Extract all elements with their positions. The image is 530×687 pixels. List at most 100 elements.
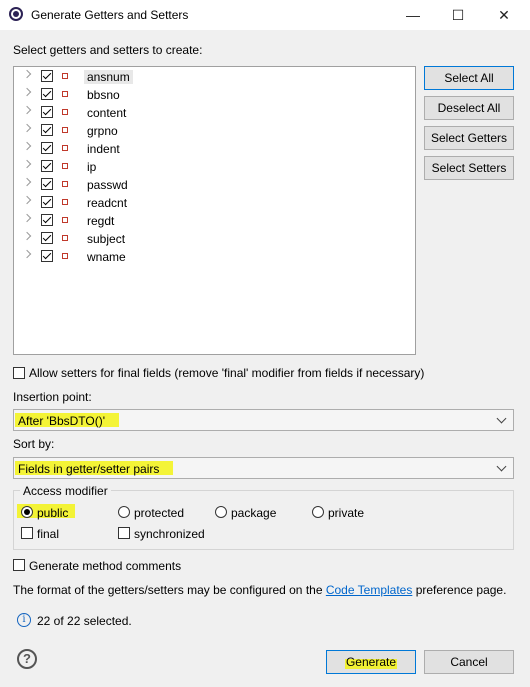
select-prompt-label: Select getters and setters to create: [13, 43, 203, 57]
package-label: package [231, 506, 277, 520]
field-icon [62, 127, 68, 133]
tree-row[interactable]: subject [14, 230, 214, 248]
field-icon [62, 181, 68, 187]
chevron-right-icon[interactable] [22, 231, 32, 241]
field-name: ip [87, 160, 97, 174]
chevron-right-icon[interactable] [22, 105, 32, 115]
window-title: Generate Getters and Setters [31, 8, 189, 22]
tree-row[interactable]: grpno [14, 122, 214, 140]
sort-by-value: Fields in getter/setter pairs [18, 462, 160, 476]
field-name: wname [87, 250, 126, 264]
generate-label: Generate [345, 655, 397, 669]
field-name: bbsno [87, 88, 120, 102]
chevron-down-icon [496, 413, 507, 424]
tree-row[interactable]: wname [14, 248, 214, 266]
select-setters-button[interactable]: Select Setters [424, 156, 514, 180]
field-checkbox[interactable] [41, 214, 53, 226]
generate-comments-checkbox[interactable] [13, 559, 25, 571]
private-radio[interactable] [312, 506, 324, 518]
cancel-button[interactable]: Cancel [424, 650, 514, 674]
field-icon [62, 109, 68, 115]
tree-row[interactable]: bbsno [14, 86, 214, 104]
eclipse-app-icon [9, 7, 23, 21]
chevron-right-icon[interactable] [22, 159, 32, 169]
info-icon: i [17, 613, 31, 627]
maximize-button[interactable]: ☐ [435, 0, 481, 30]
tree-row[interactable]: ansnum [14, 68, 214, 86]
field-name: subject [87, 232, 126, 246]
field-checkbox[interactable] [41, 106, 53, 118]
sort-by-label: Sort by: [13, 437, 55, 451]
insertion-point-select[interactable]: After 'BbsDTO()' [13, 409, 514, 431]
title-bar: Generate Getters and Setters — ☐ ✕ [0, 0, 530, 30]
field-icon [62, 163, 68, 169]
public-radio[interactable] [21, 506, 33, 518]
generate-button[interactable]: Generate [326, 650, 416, 674]
private-label: private [328, 506, 365, 520]
field-checkbox[interactable] [41, 196, 53, 208]
protected-label: protected [134, 506, 185, 520]
field-name: indent [87, 142, 120, 156]
chevron-down-icon [496, 461, 507, 472]
field-name: passwd [87, 178, 128, 192]
access-modifier-title: Access modifier [20, 484, 111, 498]
allow-final-checkbox[interactable] [13, 367, 25, 379]
field-checkbox[interactable] [41, 70, 53, 82]
field-name: grpno [87, 124, 118, 138]
allow-final-label: Allow setters for final fields (remove '… [29, 366, 425, 380]
chevron-right-icon[interactable] [22, 69, 32, 79]
chevron-right-icon[interactable] [22, 141, 32, 151]
close-button[interactable]: ✕ [481, 0, 527, 30]
deselect-all-button[interactable]: Deselect All [424, 96, 514, 120]
insertion-point-label: Insertion point: [13, 390, 92, 404]
format-note: The format of the getters/setters may be… [13, 583, 506, 597]
chevron-right-icon[interactable] [22, 213, 32, 223]
synchronized-checkbox[interactable] [118, 527, 130, 539]
tree-row[interactable]: regdt [14, 212, 214, 230]
fields-tree[interactable]: ansnum bbsno content grpno indent ip passwd rea… [13, 66, 416, 355]
chevron-right-icon[interactable] [22, 123, 32, 133]
protected-radio[interactable] [118, 506, 130, 518]
format-note-before: The format of the getters/setters may be… [13, 583, 323, 597]
field-checkbox[interactable] [41, 142, 53, 154]
field-checkbox[interactable] [41, 232, 53, 244]
select-getters-button[interactable]: Select Getters [424, 126, 514, 150]
field-icon [62, 91, 68, 97]
format-note-after: preference page. [415, 583, 507, 597]
chevron-right-icon[interactable] [22, 177, 32, 187]
field-checkbox[interactable] [41, 160, 53, 172]
select-all-button[interactable]: Select All [424, 66, 514, 90]
final-checkbox[interactable] [21, 527, 33, 539]
tree-row[interactable]: indent [14, 140, 214, 158]
field-icon [62, 235, 68, 241]
code-templates-link[interactable]: Code Templates [326, 583, 413, 597]
synchronized-label: synchronized [134, 527, 205, 541]
field-name: readcnt [87, 196, 128, 210]
chevron-right-icon[interactable] [22, 195, 32, 205]
selection-status: 22 of 22 selected. [37, 614, 132, 628]
field-checkbox[interactable] [41, 178, 53, 190]
help-icon[interactable]: ? [17, 649, 37, 669]
field-icon [62, 253, 68, 259]
field-checkbox[interactable] [41, 124, 53, 136]
field-icon [62, 199, 68, 205]
field-name: regdt [87, 214, 115, 228]
tree-row[interactable]: ip [14, 158, 214, 176]
public-label: public [37, 506, 69, 520]
field-checkbox[interactable] [41, 88, 53, 100]
package-radio[interactable] [215, 506, 227, 518]
minimize-button[interactable]: — [390, 0, 436, 30]
chevron-right-icon[interactable] [22, 249, 32, 259]
generate-comments-label: Generate method comments [29, 559, 182, 573]
tree-row[interactable]: passwd [14, 176, 214, 194]
insertion-point-value: After 'BbsDTO()' [18, 414, 106, 428]
field-icon [62, 217, 68, 223]
field-icon [62, 145, 68, 151]
sort-by-select[interactable]: Fields in getter/setter pairs [13, 457, 514, 479]
final-label: final [37, 527, 60, 541]
tree-row[interactable]: content [14, 104, 214, 122]
tree-row[interactable]: readcnt [14, 194, 214, 212]
field-name: content [87, 106, 127, 120]
field-checkbox[interactable] [41, 250, 53, 262]
chevron-right-icon[interactable] [22, 87, 32, 97]
